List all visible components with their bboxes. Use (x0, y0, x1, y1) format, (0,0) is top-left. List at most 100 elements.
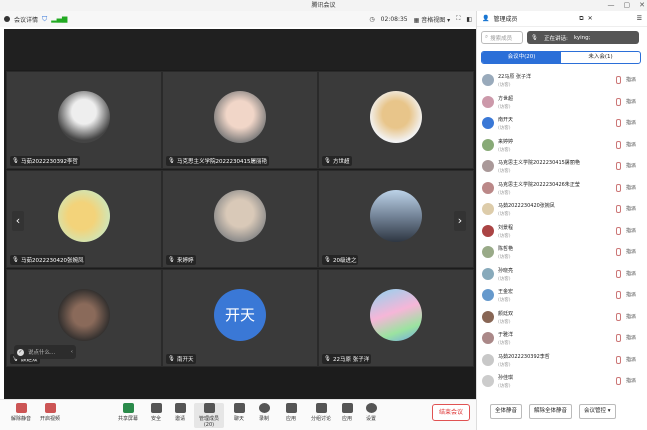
unmute-all-button[interactable]: 解除全体静音 (529, 404, 573, 419)
tile-name: 马克思主义学院2022230415屠丽艳 (176, 159, 267, 165)
mic-icon[interactable] (616, 269, 621, 278)
close-icon[interactable]: ✕ (588, 15, 593, 22)
video-tile[interactable]: 🎙 方世超 (318, 71, 474, 169)
app-center-button[interactable]: 应用 (337, 403, 357, 422)
prev-page-button[interactable]: ‹ (12, 211, 24, 231)
mic-icon[interactable] (616, 119, 621, 127)
next-page-button[interactable]: › (454, 211, 466, 231)
participant-row[interactable]: 22马原 张子洋 (访客) 指派 (477, 71, 647, 93)
chat-input[interactable]: ✓ 说点什么... ‹ (14, 345, 76, 359)
end-meeting-button[interactable]: 结束会议 (432, 404, 470, 421)
participant-row[interactable]: 于雅洋 (访客) 指派 (477, 329, 647, 351)
share-screen-button[interactable]: 共享屏幕 (116, 403, 140, 422)
tab-in-meeting[interactable]: 会议中(20) (482, 52, 561, 63)
participant-row[interactable]: 马克思主义学院2022230426朱正莹 (访客) 指派 (477, 179, 647, 201)
assign-action[interactable]: 指派 (626, 377, 636, 384)
check-icon: ✓ (17, 348, 24, 356)
participant-row[interactable]: 马克思主义学院2022230415屠丽艳 (访客) 指派 (477, 157, 647, 179)
mic-icon[interactable] (616, 183, 621, 192)
participant-role: (访客) (498, 319, 511, 325)
video-tile[interactable]: 🎙 来婷婷 (162, 170, 318, 268)
participant-name: 南开天 (498, 117, 514, 123)
meeting-info-button[interactable]: 会议详情 (14, 15, 38, 24)
assign-action[interactable]: 指派 (626, 205, 636, 212)
assign-action[interactable]: 指派 (626, 248, 636, 255)
invite-button[interactable]: 邀请 (170, 403, 190, 422)
mic-icon[interactable] (616, 162, 621, 170)
settings-button[interactable]: 设置 (361, 403, 381, 422)
participant-row[interactable]: 马茹2022230420张婉凤 (访客) 指派 (477, 200, 647, 222)
avatar (482, 353, 494, 366)
participant-row[interactable]: 方世超 (访客) 指派 (477, 93, 647, 115)
assign-action[interactable]: 指派 (626, 291, 636, 298)
mic-icon[interactable] (616, 97, 621, 106)
mic-icon[interactable] (616, 291, 621, 299)
assign-action[interactable]: 指派 (626, 356, 636, 363)
security-button[interactable]: 安全 (146, 403, 166, 422)
participant-role: (访客) (498, 104, 511, 110)
meeting-control-button[interactable]: 会议管控 ▾ (579, 404, 616, 419)
maximize-icon[interactable]: ▢ (624, 0, 631, 11)
participant-row[interactable]: 陈哲艳 (访客) 指派 (477, 243, 647, 265)
mute-all-button[interactable]: 全体静音 (490, 404, 523, 419)
mic-icon[interactable] (616, 205, 621, 213)
close-icon[interactable]: ✕ (639, 0, 645, 11)
assign-action[interactable]: 指派 (626, 76, 636, 83)
mic-icon[interactable] (616, 355, 621, 364)
chat-button[interactable]: 聊天 (229, 403, 249, 422)
participant-row[interactable]: 孙佳琪 (访客) 指派 (477, 372, 647, 394)
participant-row[interactable]: 南开天 (访客) 指派 (477, 114, 647, 136)
avatar (482, 289, 494, 301)
video-button[interactable]: 开启视频 (37, 403, 63, 422)
avatar (482, 74, 494, 86)
participant-row[interactable]: 马茹2022230392李哲 (访客) 指派 (477, 351, 647, 373)
record-button[interactable]: 录制 (254, 403, 274, 422)
avatar (482, 181, 494, 194)
assign-action[interactable]: 指派 (626, 141, 636, 148)
view-mode-button[interactable]: ▦ 音格视图 ▾ (414, 15, 451, 24)
assign-action[interactable]: 指派 (626, 162, 636, 169)
menu-icon[interactable]: ☰ (637, 15, 642, 22)
video-tile[interactable]: 🎙 22马原 张子洋 (318, 269, 474, 367)
mic-icon[interactable] (616, 248, 621, 256)
member-search-input[interactable]: ⌕ 搜索成员 (481, 31, 523, 44)
mic-icon[interactable] (616, 334, 621, 342)
unmute-button[interactable]: 解除静音 (8, 403, 34, 422)
mic-icon[interactable] (616, 226, 621, 235)
participant-row[interactable]: 孙晓亮 (访客) 指派 (477, 265, 647, 287)
video-stage: 🎙 马茹2022230392李哲 🎙 马克思主义学院2022230415屠丽艳 🎙 方… (4, 29, 476, 399)
assign-action[interactable]: 指派 (626, 334, 636, 341)
avatar (482, 267, 494, 280)
collapse-chevron-icon[interactable]: ‹ (71, 349, 73, 355)
mic-icon[interactable] (616, 140, 621, 149)
manage-members-button[interactable]: 管理成员(20) (194, 403, 224, 428)
assign-action[interactable]: 指派 (626, 270, 636, 277)
assign-action[interactable]: 指派 (626, 227, 636, 234)
participant-row[interactable]: 刘景程 (访客) 指派 (477, 222, 647, 244)
assign-action[interactable]: 指派 (626, 184, 636, 191)
minimize-icon[interactable]: — (608, 0, 615, 11)
tab-not-joined[interactable]: 未入会(1) (561, 52, 640, 63)
video-tile[interactable]: 🎙 马克思主义学院2022230415屠丽艳 (162, 71, 318, 169)
mic-icon[interactable] (616, 312, 621, 321)
video-tile[interactable]: 🎙 20级进之 (318, 170, 474, 268)
video-tile[interactable]: 开天 🎙 南开天 (162, 269, 318, 367)
participant-row[interactable]: 来婷婷 (访客) 指派 (477, 136, 647, 158)
participant-name: 陈哲艳 (498, 246, 514, 252)
video-tile[interactable]: 🎙 马茹2022230420张婉凤 (6, 170, 162, 268)
assign-action[interactable]: 指派 (626, 119, 636, 126)
fullscreen-icon[interactable]: ⛶ (456, 15, 460, 23)
breakout-button[interactable]: 分组讨论 (308, 403, 334, 422)
apps-button[interactable]: 应用 (281, 403, 301, 422)
popout-icon[interactable]: ⧉ (579, 15, 583, 23)
participant-row[interactable]: 王金宏 (访客) 指派 (477, 286, 647, 308)
assign-action[interactable]: 指派 (626, 313, 636, 320)
assign-action[interactable]: 指派 (626, 98, 636, 105)
shield-icon[interactable]: ⛉ (42, 15, 47, 24)
participant-row[interactable]: 颜廷双 (访客) 指派 (477, 308, 647, 330)
mic-icon[interactable] (616, 76, 621, 84)
mic-icon[interactable] (616, 377, 621, 385)
video-tile[interactable]: 🎙 马茹2022230392李哲 (6, 71, 162, 169)
info-icon[interactable] (4, 16, 10, 22)
layout-icon[interactable]: ◧ (466, 16, 472, 23)
